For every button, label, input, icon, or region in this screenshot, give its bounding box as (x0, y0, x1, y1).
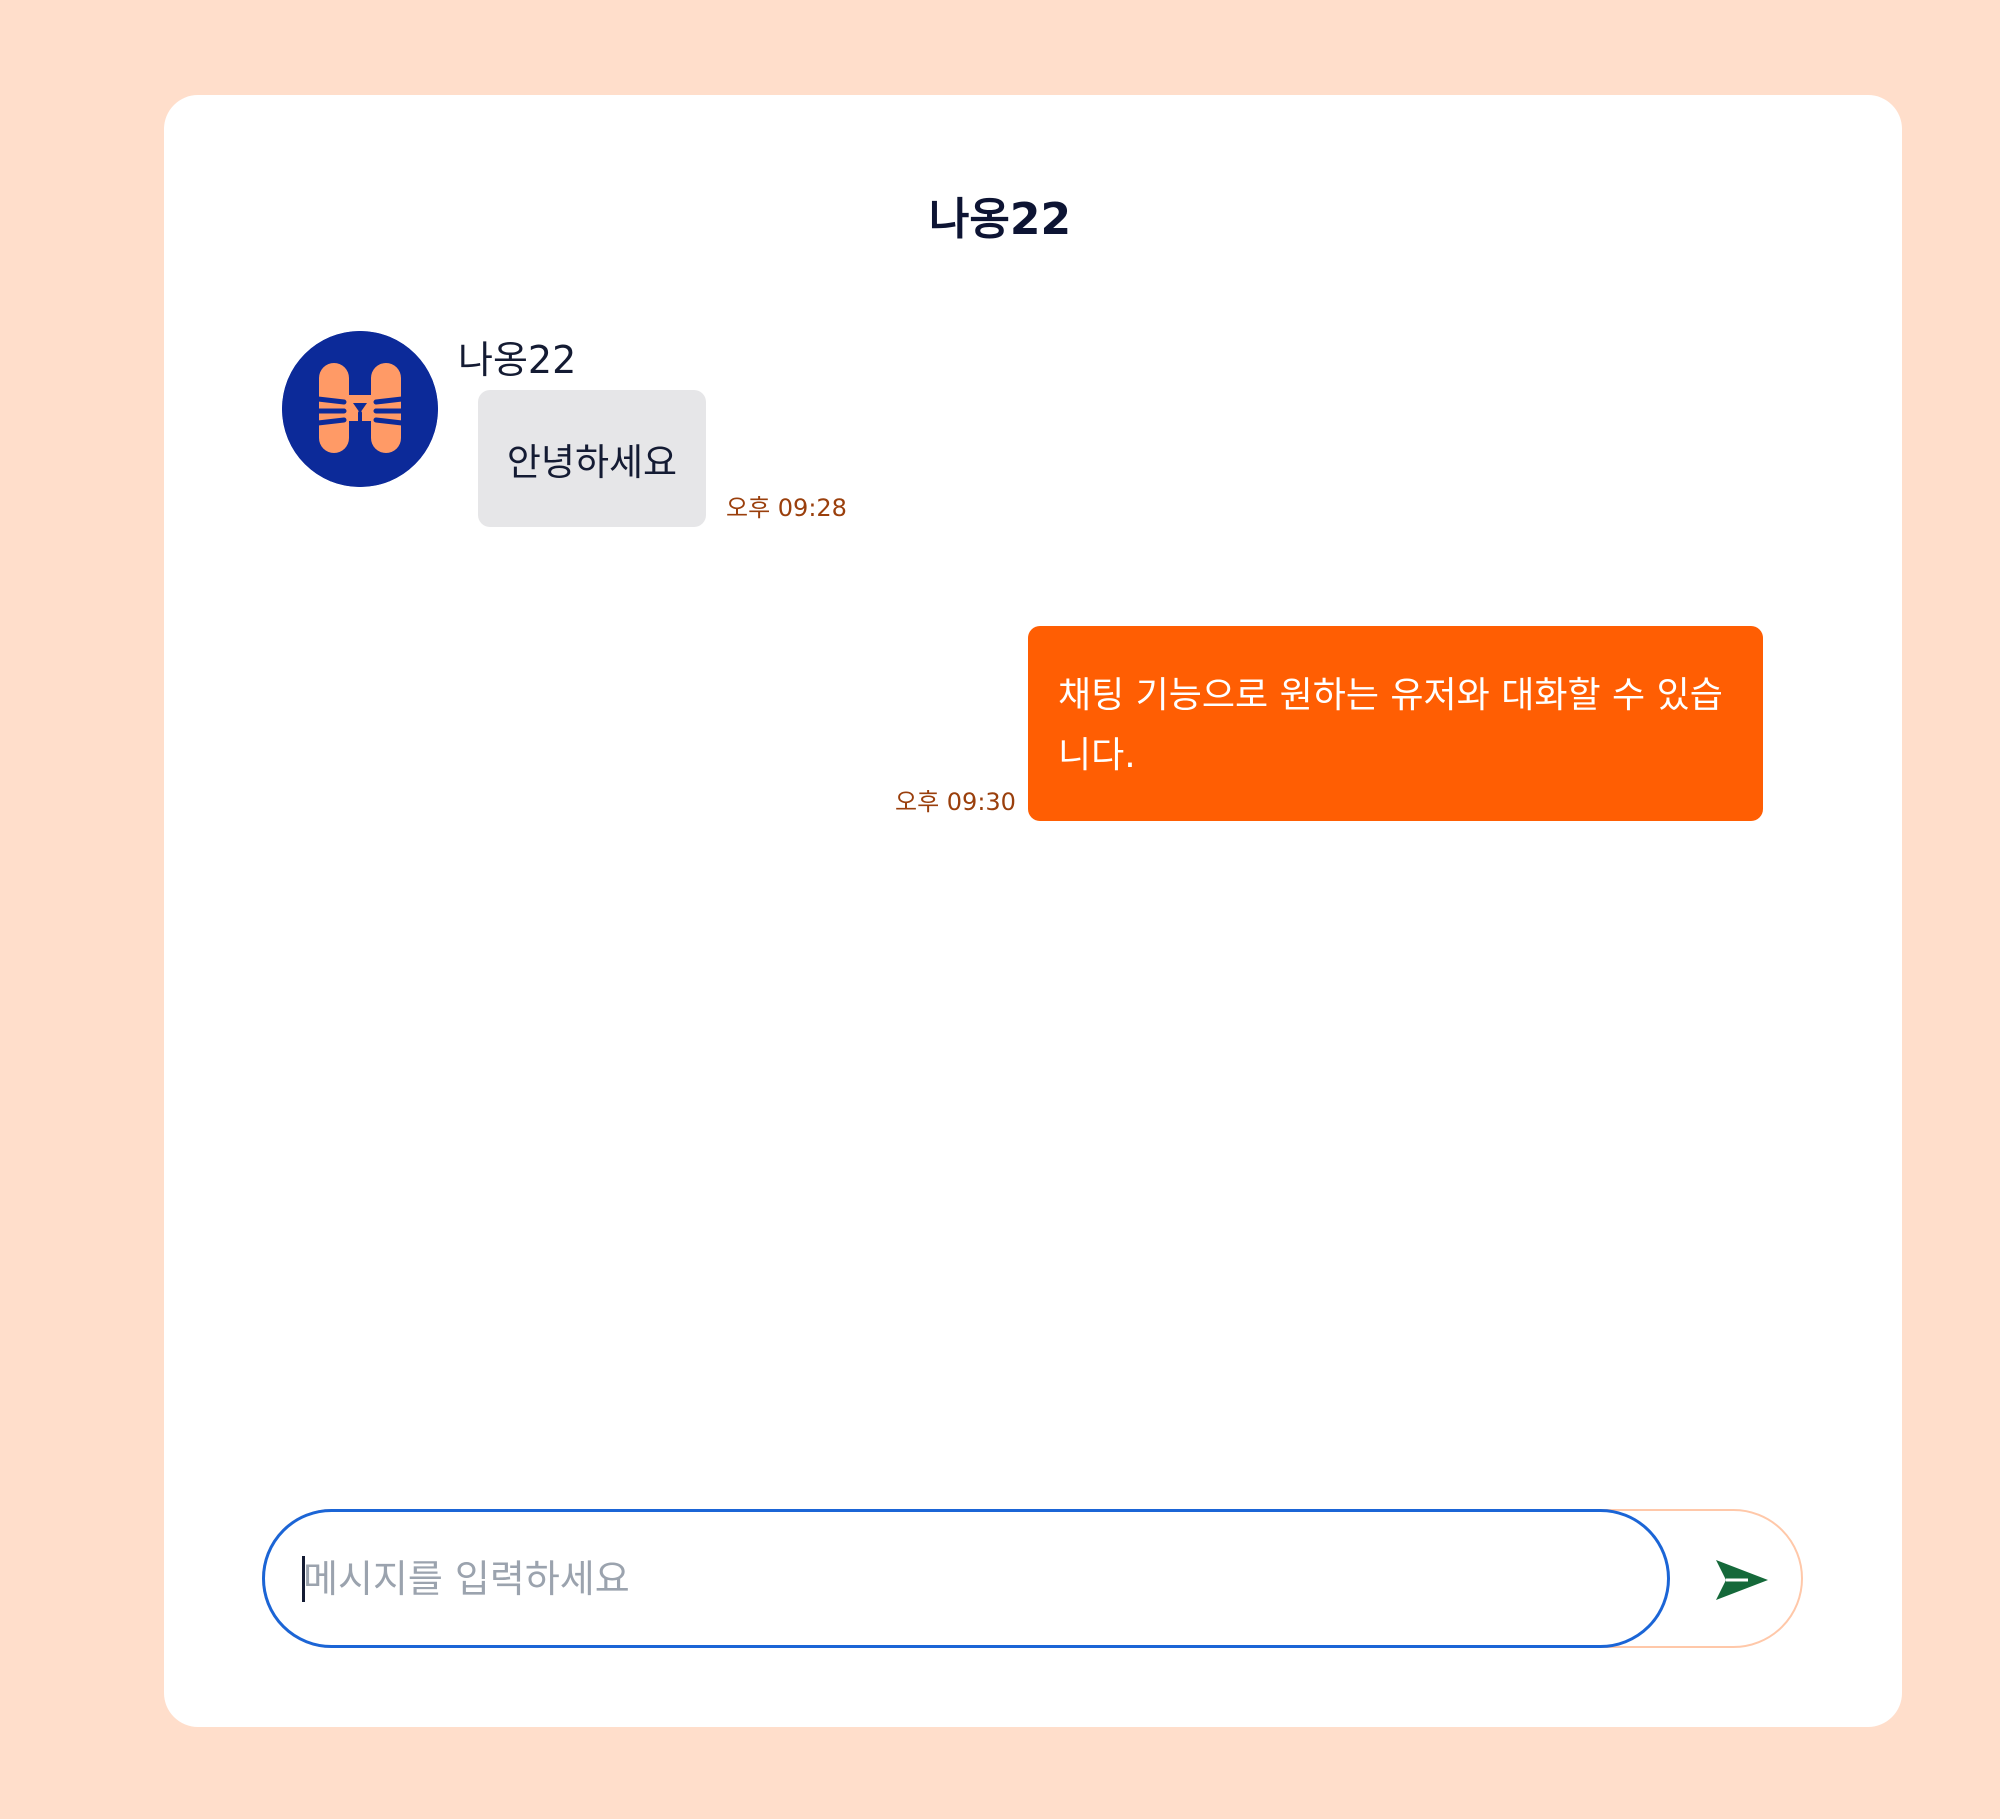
chat-window (164, 95, 1902, 1727)
message-input[interactable] (262, 1509, 1670, 1648)
incoming-message-bubble: 안녕하세요 (478, 390, 706, 527)
text-caret (302, 1556, 305, 1602)
sender-avatar[interactable] (282, 331, 438, 487)
incoming-message-time: 오후 09:28 (726, 494, 847, 522)
chat-room-title: 나옹22 (928, 194, 1072, 245)
sender-name: 나옹22 (458, 338, 577, 382)
outgoing-message-time: 오후 09:30 (895, 788, 1016, 816)
send-arrow-icon (1716, 1560, 1768, 1600)
outgoing-message-bubble: 채팅 기능으로 원하는 유저와 대화할 수 있습니다. (1028, 626, 1763, 821)
send-button[interactable] (1700, 1540, 1780, 1620)
